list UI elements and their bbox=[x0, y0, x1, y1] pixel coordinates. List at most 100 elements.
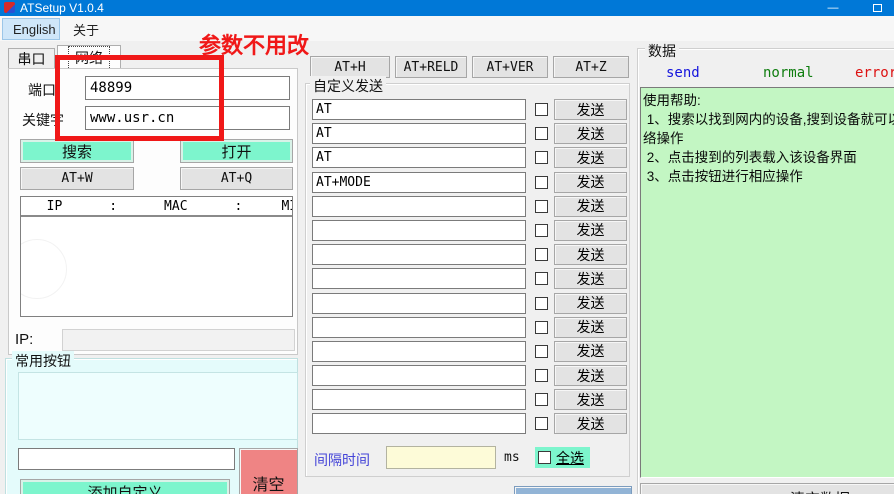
custom-command-input[interactable] bbox=[312, 123, 526, 144]
at-ver-button[interactable]: AT+VER bbox=[472, 56, 548, 78]
row-checkbox[interactable] bbox=[535, 297, 548, 310]
at-q-button[interactable]: AT+Q bbox=[180, 167, 293, 190]
send-button[interactable]: 发送 bbox=[554, 389, 627, 410]
row-checkbox[interactable] bbox=[535, 176, 548, 189]
minimize-button[interactable]: — bbox=[818, 0, 848, 16]
app-window: ATSetup V1.0.4 — English 关于 串口 网络 端口 关键字… bbox=[0, 0, 894, 494]
bottom-steel-button[interactable] bbox=[514, 486, 632, 494]
send-button[interactable]: 发送 bbox=[554, 220, 627, 241]
send-button[interactable]: 发送 bbox=[554, 244, 627, 265]
row-checkbox[interactable] bbox=[535, 272, 548, 285]
send-button[interactable]: 发送 bbox=[554, 317, 627, 338]
error-legend: error bbox=[855, 65, 894, 81]
custom-command-input[interactable] bbox=[312, 147, 526, 168]
row-checkbox[interactable] bbox=[535, 321, 548, 334]
row-checkbox[interactable] bbox=[535, 127, 548, 140]
help-line: 2、点击搜到的列表载入该设备界面 bbox=[643, 148, 894, 167]
custom-send-row: 发送 bbox=[312, 99, 632, 120]
custom-command-input[interactable] bbox=[312, 99, 526, 120]
device-list[interactable]: IP : MAC : MID : VER bbox=[20, 196, 293, 317]
ip-label: IP: bbox=[15, 331, 33, 348]
custom-command-input[interactable] bbox=[312, 293, 526, 314]
app-icon bbox=[4, 2, 15, 13]
at-reld-button[interactable]: AT+RELD bbox=[395, 56, 467, 78]
tab-serial[interactable]: 串口 bbox=[8, 48, 55, 69]
send-button[interactable]: 发送 bbox=[554, 365, 627, 386]
send-button[interactable]: 发送 bbox=[554, 341, 627, 362]
open-button[interactable]: 打开 bbox=[180, 139, 293, 163]
watermark-circle bbox=[20, 239, 67, 299]
common-send-input[interactable] bbox=[18, 448, 235, 470]
common-buttons-group-label: 常用按钮 bbox=[12, 351, 74, 371]
device-list-header: IP : MAC : MID : VER bbox=[21, 197, 292, 217]
row-checkbox[interactable] bbox=[535, 369, 548, 382]
ip-readonly-field bbox=[62, 329, 295, 351]
custom-command-input[interactable] bbox=[312, 413, 526, 434]
row-checkbox[interactable] bbox=[535, 151, 548, 164]
custom-command-input[interactable] bbox=[312, 220, 526, 241]
row-checkbox[interactable] bbox=[535, 417, 548, 430]
normal-legend: normal bbox=[763, 65, 814, 81]
custom-send-row: 发送 bbox=[312, 123, 632, 144]
help-line: 络操作 bbox=[643, 129, 894, 148]
send-button[interactable]: 发送 bbox=[554, 172, 627, 193]
data-group-label: 数据 bbox=[645, 41, 679, 61]
row-checkbox[interactable] bbox=[535, 200, 548, 213]
custom-send-row: 发送 bbox=[312, 365, 632, 386]
custom-send-row: 发送 bbox=[312, 196, 632, 217]
maximize-button[interactable] bbox=[862, 0, 892, 16]
send-button[interactable]: 发送 bbox=[554, 293, 627, 314]
row-checkbox[interactable] bbox=[535, 345, 548, 358]
custom-command-input[interactable] bbox=[312, 244, 526, 265]
send-button[interactable]: 发送 bbox=[554, 147, 627, 168]
custom-send-group-label: 自定义发送 bbox=[310, 76, 386, 96]
custom-command-input[interactable] bbox=[312, 341, 526, 362]
help-line: 1、搜索以找到网内的设备,搜到设备就可以进行网 bbox=[643, 110, 894, 129]
select-all-label: 全选 bbox=[556, 448, 584, 468]
custom-send-row: 发送 bbox=[312, 413, 632, 434]
at-w-button[interactable]: AT+W bbox=[20, 167, 134, 190]
window-title: ATSetup V1.0.4 bbox=[20, 1, 104, 15]
custom-send-row: 发送 bbox=[312, 244, 632, 265]
interval-label: 间隔时间 bbox=[314, 450, 370, 470]
help-line: 使用帮助: bbox=[643, 91, 894, 110]
interval-input[interactable] bbox=[386, 446, 496, 469]
select-all-control[interactable]: 全选 bbox=[535, 447, 590, 468]
send-button[interactable]: 发送 bbox=[554, 99, 627, 120]
maximize-icon bbox=[873, 4, 882, 12]
custom-command-input[interactable] bbox=[312, 317, 526, 338]
custom-send-rows: 发送 发送 发送 发送 发送 发送 发送 发送 发送 bbox=[312, 99, 632, 438]
clear-button[interactable]: 清空 bbox=[239, 448, 298, 494]
search-button[interactable]: 搜索 bbox=[20, 139, 134, 163]
custom-send-row: 发送 bbox=[312, 389, 632, 410]
send-button[interactable]: 发送 bbox=[554, 413, 627, 434]
send-button[interactable]: 发送 bbox=[554, 196, 627, 217]
annotation-rectangle bbox=[55, 55, 224, 141]
send-button[interactable]: 发送 bbox=[554, 268, 627, 289]
custom-send-row: 发送 bbox=[312, 341, 632, 362]
row-checkbox[interactable] bbox=[535, 224, 548, 237]
custom-command-input[interactable] bbox=[312, 389, 526, 410]
custom-send-row: 发送 bbox=[312, 317, 632, 338]
clear-data-button[interactable]: 清空数据 bbox=[640, 483, 894, 494]
port-label: 端口 bbox=[28, 80, 56, 100]
row-checkbox[interactable] bbox=[535, 393, 548, 406]
at-z-button[interactable]: AT+Z bbox=[553, 56, 629, 78]
custom-command-input[interactable] bbox=[312, 268, 526, 289]
at-h-button[interactable]: AT+H bbox=[310, 56, 390, 78]
help-textarea[interactable]: 使用帮助: 1、搜索以找到网内的设备,搜到设备就可以进行网 络操作 2、点击搜到… bbox=[640, 87, 894, 478]
send-button[interactable]: 发送 bbox=[554, 123, 627, 144]
title-bar: ATSetup V1.0.4 — bbox=[0, 0, 894, 16]
select-all-checkbox[interactable] bbox=[538, 451, 551, 464]
ms-label: ms bbox=[504, 450, 520, 465]
menu-english[interactable]: English bbox=[2, 18, 60, 40]
send-legend: send bbox=[666, 65, 700, 81]
add-custom-button[interactable]: 添加自定义 bbox=[20, 479, 230, 494]
custom-command-input[interactable] bbox=[312, 172, 526, 193]
menu-about[interactable]: 关于 bbox=[63, 18, 109, 40]
row-checkbox[interactable] bbox=[535, 103, 548, 116]
row-checkbox[interactable] bbox=[535, 248, 548, 261]
custom-command-input[interactable] bbox=[312, 365, 526, 386]
common-buttons-area bbox=[18, 372, 298, 440]
custom-command-input[interactable] bbox=[312, 196, 526, 217]
